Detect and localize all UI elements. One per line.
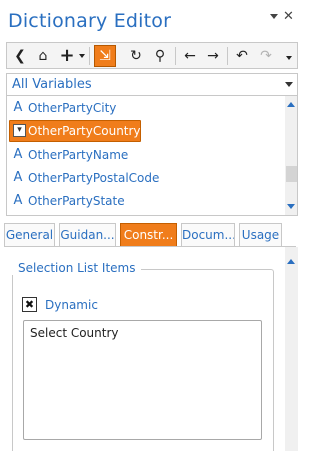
list-item[interactable]: A OtherPartyPostalCode [7, 167, 283, 189]
search-icon[interactable]: ⚲ [149, 45, 171, 67]
scroll-down-icon[interactable] [287, 204, 295, 209]
add-dropdown-arrow-icon[interactable] [79, 54, 85, 58]
toolbar: ❮ ⌂ + ⇲ ↻ ⚲ ← → ↶ ↷ [6, 42, 298, 69]
selection-list-text: Select Country [30, 326, 119, 340]
window-menu-arrow-icon[interactable] [270, 14, 278, 19]
title-bar: Dictionary Editor ✕ [0, 0, 304, 38]
panel-scrollbar[interactable] [285, 247, 298, 451]
variable-filter-label: All Variables [12, 77, 92, 92]
text-variable-icon: A [13, 100, 23, 115]
variable-list-scrollbar[interactable] [285, 96, 297, 215]
dynamic-checkbox[interactable]: ✖ [22, 297, 37, 312]
toolbar-divider [227, 47, 228, 65]
redo-icon: ↷ [260, 48, 272, 64]
tab-documentation[interactable]: Docum... [181, 223, 235, 247]
undo-icon[interactable]: ↶ [231, 45, 253, 67]
toolbar-overflow-icon[interactable] [286, 56, 292, 60]
variable-name: OtherPartyPostalCode [28, 171, 160, 185]
scroll-thumb[interactable] [286, 166, 297, 182]
chevron-down-icon[interactable] [285, 82, 293, 87]
variable-name: OtherPartyCity [28, 101, 117, 115]
variable-name: OtherPartyState [28, 194, 125, 208]
text-variable-icon: A [13, 193, 23, 208]
text-variable-icon: A [13, 147, 23, 162]
list-item[interactable]: A OtherPartyName [7, 144, 283, 166]
variable-name: OtherPartyCountry [28, 124, 141, 138]
plus-icon[interactable]: + [56, 45, 78, 67]
variable-list: A OtherPartyCity ▾ OtherPartyCountry A O… [6, 95, 298, 216]
toolbar-divider [175, 47, 176, 65]
selection-list-heading: Selection List Items [12, 261, 142, 275]
list-item[interactable]: A OtherPartyState [7, 190, 283, 212]
insert-field-icon[interactable]: ⇲ [94, 45, 116, 67]
tab-constraints[interactable]: Constr... [120, 223, 177, 247]
toolbar-divider [89, 47, 90, 65]
scroll-up-icon[interactable] [287, 259, 295, 264]
arrow-right-icon[interactable]: → [202, 45, 224, 67]
list-item[interactable]: ▾ OtherPartyCountry [7, 120, 283, 142]
text-variable-icon: A [13, 170, 23, 185]
close-icon[interactable]: ✕ [283, 10, 294, 23]
tab-usage[interactable]: Usage [239, 223, 282, 247]
dynamic-label: Dynamic [45, 298, 98, 312]
home-icon[interactable]: ⌂ [32, 45, 54, 67]
tab-guidance[interactable]: Guidan... [59, 223, 116, 247]
scroll-up-icon[interactable] [287, 102, 295, 107]
property-tabs: General Guidan... Constr... Docum... Usa… [4, 223, 300, 247]
window-title: Dictionary Editor [8, 10, 172, 32]
variable-filter-dropdown[interactable]: All Variables [6, 73, 298, 95]
list-item[interactable]: A OtherPartyCity [7, 97, 283, 119]
circle-back-icon[interactable]: ❮ [9, 45, 31, 67]
arrow-left-icon[interactable]: ← [179, 45, 201, 67]
selection-list-textarea[interactable]: Select Country [23, 320, 262, 440]
refresh-icon[interactable]: ↻ [125, 45, 147, 67]
variable-name: OtherPartyName [28, 148, 129, 162]
tab-general[interactable]: General [4, 223, 55, 247]
constraints-panel: Selection List Items ✖ Dynamic Select Co… [4, 247, 298, 451]
list-variable-icon: ▾ [13, 124, 26, 137]
